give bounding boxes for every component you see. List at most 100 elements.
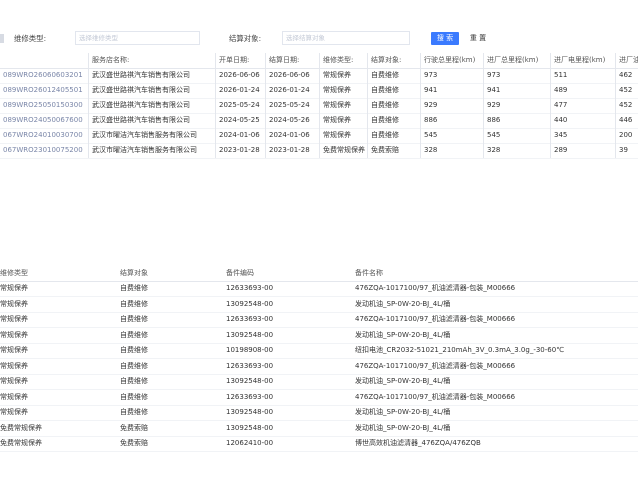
table2-cell: 自费维修 [120,284,148,292]
table1-cell: 自费维修 [367,83,420,98]
table2-cell: 13092548-00 [226,299,274,308]
table1-cell: 2023-01-28 [215,143,265,158]
list-item[interactable]: 免费常规保养 免费索赔 13092548-00 发动机油_SP-0W-20-BJ_4L… [0,421,638,437]
table2-cell: 12633693-00 [226,361,274,370]
search-button[interactable]: 搜 索 [431,32,459,45]
table1-cell: 200 [615,128,638,143]
table1-cell: 39 [615,143,638,158]
table1-cell: 452 [615,98,638,113]
table1-header-cell: 行驶总里程(km) [420,53,483,68]
table1-cell: 462 [615,68,638,83]
table1-cell: 2026-06-06 [265,68,319,83]
table2-cell: 免费索赔 [120,439,148,447]
table2-cell: 常规保养 [0,377,28,385]
list-item[interactable]: 免费常规保养 免费索赔 12062410-00 博世高效机油滤清器_476ZQA/47… [0,436,638,452]
table2-cell: 476ZQA-1017100/97_机油滤清器-包装_M00666 [355,284,516,292]
reset-button[interactable]: 重 置 [466,32,490,45]
table1-cell: 免费常规保养 [319,143,367,158]
table2-cell: 12633693-00 [226,284,274,292]
table-row[interactable]: 089WRO26060603201 武汉盛世路祺汽车销售有限公司 2026-06-0… [0,68,638,84]
table2-cell: 476ZQA-1017100/97_机油滤清器-包装_M00666 [355,392,516,401]
table-row[interactable]: 089WRO26012405501 武汉盛世路祺汽车销售有限公司 2026-01-2… [0,83,638,99]
list-item[interactable]: 常规保养 自费维修 12633693-00 476ZQA-1017100/97_机油滤… [0,312,638,328]
table1-cell: 2025-05-24 [215,98,265,113]
table1-cell: 345 [550,128,615,143]
table1-header-cell: 开单日期: [215,53,265,68]
table1-cell: 452 [615,83,638,98]
list-item[interactable]: 常规保养 自费维修 12633693-00 476ZQA-1017100/97_机油滤… [0,390,638,406]
table1-cell: 2024-01-06 [215,128,265,143]
table-row[interactable]: 089WRO24050067600 武汉盛世路祺汽车销售有限公司 2024-05-2… [0,113,638,129]
table2-header-cell: 结算对象 [120,269,148,277]
list-item[interactable]: 常规保养 自费维修 12633693-00 476ZQA-1017100/97_机油滤… [0,281,638,297]
table2-header-cell: 维修类型 [0,269,28,277]
table1-cell: 973 [483,68,550,83]
table1-cell: 2024-05-26 [265,113,319,128]
table2-cell: 发动机油_SP-0W-20-BJ_4L/桶 [355,330,451,339]
settle-target-select[interactable] [282,31,410,45]
table1-cell: 2024-01-06 [265,128,319,143]
table1-cell: 常规保养 [319,98,367,113]
table2-cell: 常规保养 [0,408,28,416]
list-item[interactable]: 常规保养 自费维修 13092548-00 发动机油_SP-0W-20-BJ_4L/桶 [0,405,638,421]
table2-cell: 博世高效机油滤清器_476ZQA/476ZQB [355,439,481,447]
table2-cell: 476ZQA-1017100/97_机油滤清器-包装_M00666 [355,361,516,370]
table1-cell: 545 [420,128,483,143]
table2-cell: 12062410-00 [226,439,274,447]
table1-cell: 武汉盛世路祺汽车销售有限公司 [88,113,215,128]
table1-header-cell [0,53,88,68]
list-item[interactable]: 常规保养 自费维修 13092548-00 发动机油_SP-0W-20-BJ_4L/桶 [0,328,638,344]
table1-cell: 089WRO25050150300 [3,101,83,109]
table2-cell: 常规保养 [0,299,28,308]
table1-header-cell: 进厂油 [615,53,638,68]
table1-cell: 2026-01-24 [215,83,265,98]
table2-cell: 12633693-00 [226,392,274,401]
table1-cell: 089WRO24050067600 [3,116,83,124]
table2-cell: 13092548-00 [226,408,274,416]
repair-type-label: 维修类型: [14,34,47,43]
table2-cell: 常规保养 [0,330,28,339]
list-item[interactable]: 常规保养 自费维修 12633693-00 476ZQA-1017100/97_机油滤… [0,359,638,375]
table1-cell: 2026-06-06 [215,68,265,83]
table1-cell: 067WRO24010030700 [3,131,83,139]
table1-cell: 067WRO23010075200 [3,146,83,154]
table1-cell: 328 [420,143,483,158]
table1-header-cell: 进厂电里程(km) [550,53,615,68]
list-item[interactable]: 常规保养 自费维修 13092548-00 发动机油_SP-0W-20-BJ_4L/桶 [0,297,638,313]
table2-cell: 476ZQA-1017100/97_机油滤清器-包装_M00666 [355,315,516,323]
table1-cell: 武汉盛世路祺汽车销售有限公司 [88,83,215,98]
table1-cell: 2024-05-25 [215,113,265,128]
table1-cell: 武汉市曜洁汽车销售服务有限公司 [88,128,215,143]
table2-cell: 常规保养 [0,284,28,292]
table1-cell: 2025-05-24 [265,98,319,113]
table1-cell: 929 [483,98,550,113]
table1-cell: 自费维修 [367,113,420,128]
table1-cell: 常规保养 [319,83,367,98]
table2-cell: 自费维修 [120,330,148,339]
table2-cell: 13092548-00 [226,330,274,339]
table1-cell: 常规保养 [319,128,367,143]
table1-cell: 2026-01-24 [265,83,319,98]
table2-cell: 免费索赔 [120,423,148,432]
repair-type-select[interactable] [75,31,200,45]
table2-cell: 常规保养 [0,315,28,323]
table2-cell: 发动机油_SP-0W-20-BJ_4L/桶 [355,299,451,308]
list-item[interactable]: 常规保养 自费维修 13092548-00 发动机油_SP-0W-20-BJ_4L/桶 [0,374,638,390]
table1-cell: 常规保养 [319,113,367,128]
table1-cell: 2023-01-28 [265,143,319,158]
table2-cell: 常规保养 [0,392,28,401]
table2-cell: 自费维修 [120,299,148,308]
table2-cell: 10198908-00 [226,346,274,354]
table2-cell: 免费常规保养 [0,439,42,447]
table2-cell: 常规保养 [0,346,28,354]
table2-header-cell: 备件名称 [355,269,383,277]
list-item[interactable]: 常规保养 自费维修 10198908-00 纽扣电池_CR2032-51021_210… [0,343,638,359]
table1-cell: 545 [483,128,550,143]
table-row[interactable]: 067WRO23010075200 武汉市曜洁汽车销售服务有限公司 2023-01-… [0,143,638,159]
table1-cell: 289 [550,143,615,158]
table-row[interactable]: 067WRO24010030700 武汉市曜洁汽车销售服务有限公司 2024-01-… [0,128,638,144]
table2-cell: 发动机油_SP-0W-20-BJ_4L/桶 [355,423,451,432]
table1-cell: 328 [483,143,550,158]
table1-cell: 929 [420,98,483,113]
table-row[interactable]: 089WRO25050150300 武汉盛世路祺汽车销售有限公司 2025-05-2… [0,98,638,114]
